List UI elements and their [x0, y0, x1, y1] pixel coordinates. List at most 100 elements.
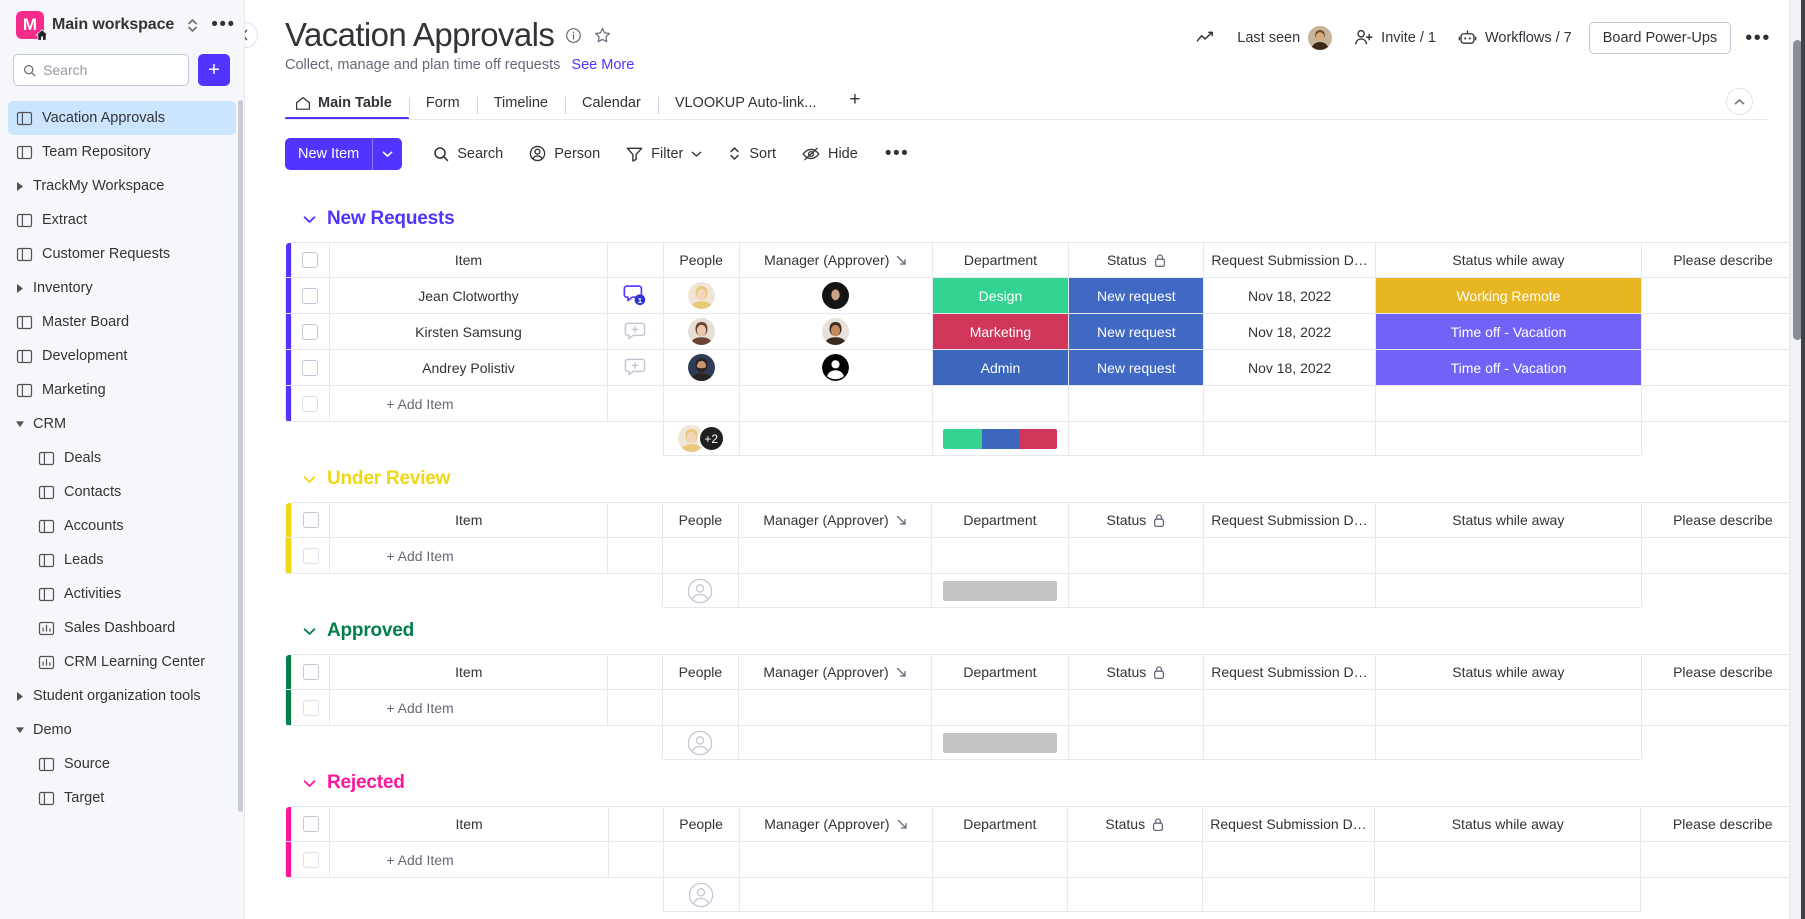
summary-department-cell[interactable]: [931, 421, 1070, 456]
workspace-header[interactable]: M Main workspace •••: [0, 0, 244, 50]
column-header-away[interactable]: Status while away: [1374, 806, 1642, 842]
column-header-department[interactable]: Department: [932, 806, 1068, 842]
caret-down-icon[interactable]: [16, 420, 24, 428]
column-header-conv[interactable]: [606, 242, 664, 278]
summary-department-cell[interactable]: [931, 573, 1069, 608]
row-checkbox-cell[interactable]: [290, 313, 331, 350]
summary-people-empty[interactable]: [663, 730, 738, 756]
summary-away-cell[interactable]: [1374, 573, 1642, 608]
toolbar-search-button[interactable]: Search: [422, 140, 514, 168]
column-header-item[interactable]: Item: [329, 654, 609, 690]
add-item-cell[interactable]: + Add Item: [329, 689, 609, 726]
select-all-checkbox-cell[interactable]: [290, 654, 331, 690]
cell-submission-date[interactable]: Nov 18, 2022: [1203, 313, 1376, 350]
select-all-checkbox[interactable]: [302, 664, 319, 680]
chevron-down-icon[interactable]: [691, 150, 702, 158]
group-header[interactable]: New Requests: [285, 196, 1805, 242]
column-header-department[interactable]: Department: [931, 654, 1069, 690]
cell-manager[interactable]: [738, 349, 933, 386]
sidebar-item-sales-dashboard[interactable]: Sales Dashboard: [8, 611, 236, 645]
column-header-department[interactable]: Department: [931, 502, 1069, 538]
add-item-cell[interactable]: + Add Item: [329, 537, 609, 574]
column-header-people[interactable]: People: [661, 654, 739, 690]
summary-department-bar[interactable]: [943, 428, 1058, 449]
column-header-manager[interactable]: Manager (Approver): [738, 806, 934, 842]
new-item-dropdown-icon[interactable]: [373, 138, 402, 170]
new-item-button[interactable]: New Item: [285, 137, 403, 170]
last-seen-button[interactable]: Last seen: [1226, 20, 1343, 56]
toolbar-filter-button[interactable]: Filter: [615, 140, 713, 168]
sidebar-item-master-board[interactable]: Master Board: [8, 305, 236, 339]
summary-manager-cell[interactable]: [738, 877, 934, 912]
cell-department[interactable]: Admin: [931, 349, 1070, 386]
tab-form[interactable]: Form: [408, 95, 477, 120]
summary-date-cell[interactable]: [1201, 877, 1376, 912]
summary-people-empty[interactable]: [664, 882, 739, 908]
workspace-switcher-icon[interactable]: [186, 17, 199, 34]
cell-manager[interactable]: [738, 277, 933, 314]
add-board-button[interactable]: +: [198, 54, 230, 86]
add-item-checkbox[interactable]: [302, 395, 319, 412]
cell-status-while-away[interactable]: Working Remote: [1374, 277, 1643, 314]
sidebar-scrollbar[interactable]: [238, 100, 243, 812]
row-checkbox-cell[interactable]: [290, 349, 331, 386]
status-pill[interactable]: New request: [1069, 350, 1204, 385]
caret-right-icon[interactable]: [16, 181, 24, 191]
summary-away-cell[interactable]: [1374, 725, 1642, 760]
cell-item[interactable]: Kirsten Samsung: [329, 313, 608, 350]
select-all-checkbox-cell[interactable]: [290, 806, 331, 842]
summary-date-cell[interactable]: [1203, 725, 1376, 760]
summary-status-cell[interactable]: [1068, 421, 1205, 456]
favorite-star-icon[interactable]: [593, 26, 612, 45]
conversation-icon[interactable]: 1: [608, 284, 663, 307]
tab-calendar[interactable]: Calendar: [564, 95, 658, 120]
sidebar-item-vacation-approvals[interactable]: Vacation Approvals: [8, 101, 236, 135]
board-power-ups-button[interactable]: Board Power-Ups: [1588, 22, 1732, 54]
status-pill[interactable]: New request: [1069, 314, 1204, 349]
status-while-away-pill[interactable]: Time off - Vacation: [1375, 314, 1642, 349]
column-header-status[interactable]: Status: [1067, 502, 1205, 538]
table-row[interactable]: Andrey Polistiv Admin New request Nov 18…: [285, 349, 1805, 386]
group-header[interactable]: Approved: [285, 608, 1805, 654]
add-item-cell[interactable]: + Add Item: [329, 385, 608, 422]
column-header-away[interactable]: Status while away: [1374, 242, 1643, 278]
status-while-away-pill[interactable]: Time off - Vacation: [1375, 350, 1642, 385]
column-header-describe[interactable]: Please describe: [1641, 242, 1805, 278]
group-collapse-icon[interactable]: [303, 215, 316, 224]
cell-people[interactable]: [662, 313, 740, 350]
select-all-checkbox-cell[interactable]: [290, 242, 331, 278]
table-row[interactable]: Kirsten Samsung Marketing New request No…: [285, 313, 1805, 350]
column-header-submission[interactable]: Request Submission D…: [1201, 806, 1376, 842]
add-conversation-icon[interactable]: [608, 321, 663, 342]
row-checkbox[interactable]: [302, 359, 319, 376]
select-all-checkbox-cell[interactable]: [290, 502, 331, 538]
sidebar-item-crm-learning-center[interactable]: CRM Learning Center: [8, 645, 236, 679]
summary-department-cell[interactable]: [932, 877, 1068, 912]
caret-down-icon[interactable]: [16, 726, 24, 734]
column-header-people[interactable]: People: [661, 502, 739, 538]
column-header-status[interactable]: Status: [1066, 806, 1203, 842]
summary-away-cell[interactable]: [1374, 877, 1642, 912]
sidebar-item-development[interactable]: Development: [8, 339, 236, 373]
sidebar-item-accounts[interactable]: Accounts: [8, 509, 236, 543]
search-box[interactable]: [13, 54, 189, 86]
sidebar-item-extract[interactable]: Extract: [8, 203, 236, 237]
summary-people-cell[interactable]: [661, 725, 739, 760]
sidebar-item-trackmy-workspace[interactable]: TrackMy Workspace: [8, 169, 236, 203]
cell-conversation[interactable]: [606, 349, 664, 386]
summary-department-bar[interactable]: [942, 580, 1057, 601]
row-checkbox[interactable]: [302, 287, 319, 304]
add-item-cell[interactable]: + Add Item: [329, 841, 609, 878]
cell-people[interactable]: [662, 349, 740, 386]
select-all-checkbox[interactable]: [302, 252, 319, 268]
cell-submission-date[interactable]: Nov 18, 2022: [1203, 277, 1376, 314]
status-while-away-pill[interactable]: Working Remote: [1375, 278, 1642, 313]
cell-please-describe[interactable]: [1641, 277, 1805, 314]
cell-conversation[interactable]: [606, 313, 664, 350]
department-pill[interactable]: Design: [932, 278, 1069, 313]
select-all-checkbox[interactable]: [302, 512, 319, 528]
column-header-manager[interactable]: Manager (Approver): [737, 654, 933, 690]
sidebar-item-activities[interactable]: Activities: [8, 577, 236, 611]
column-header-conv[interactable]: [607, 502, 663, 538]
summary-department-cell[interactable]: [931, 725, 1069, 760]
